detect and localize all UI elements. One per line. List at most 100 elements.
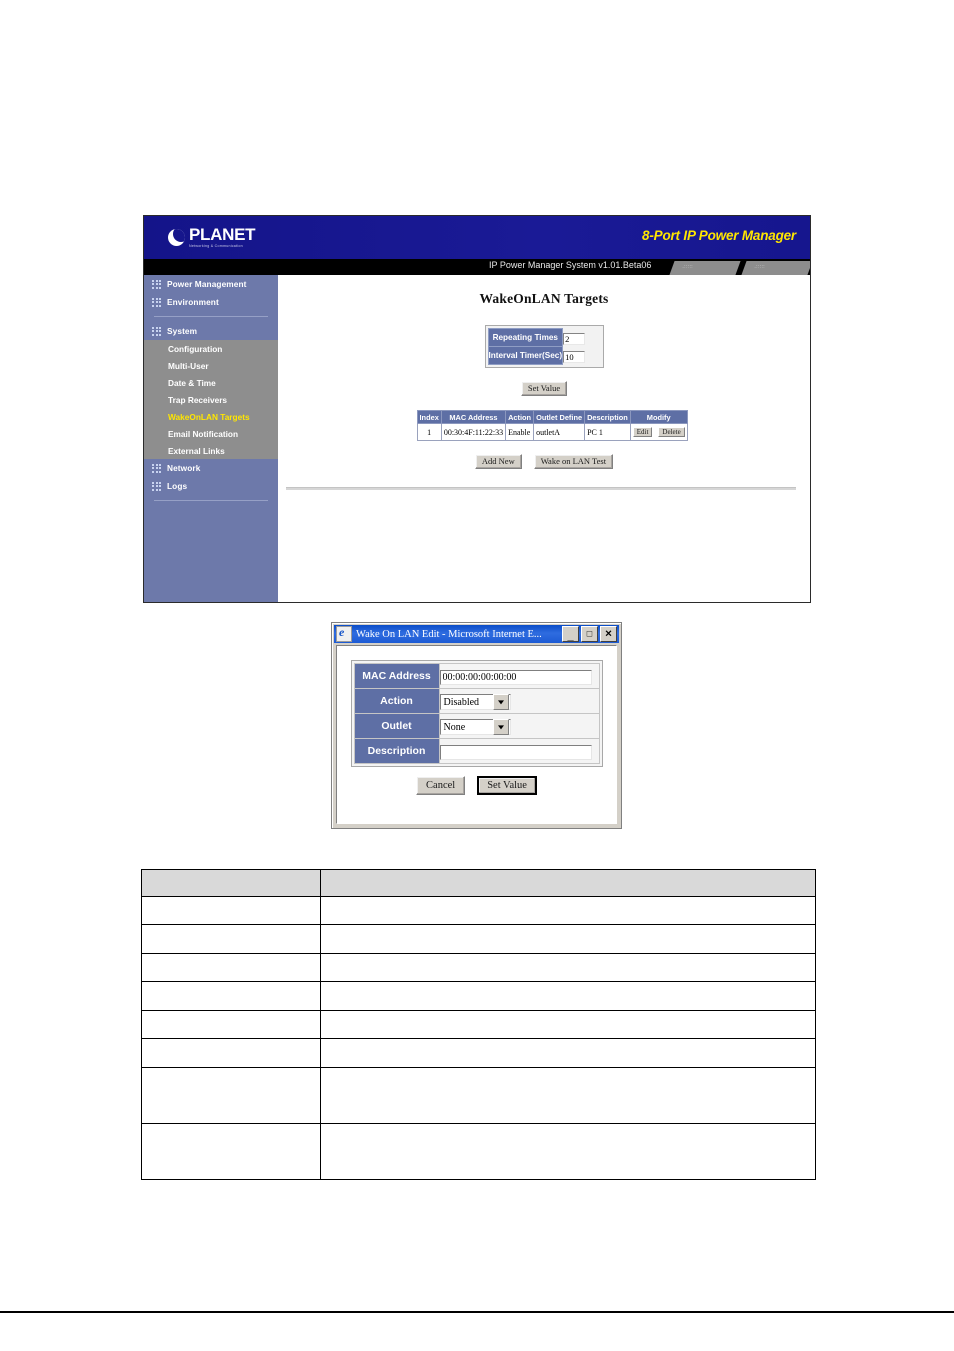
- spec-table-row: [141, 1010, 816, 1039]
- sidebar-item-external-links[interactable]: External Links: [144, 442, 278, 459]
- sidebar-item-configuration[interactable]: Configuration: [144, 340, 278, 357]
- action-select[interactable]: Disabled: [439, 694, 511, 711]
- wake-on-lan-edit-dialog: Wake On LAN Edit - Microsoft Internet E.…: [331, 622, 622, 829]
- form-row-outlet: Outlet None: [353, 713, 600, 739]
- chevron-down-icon[interactable]: [492, 694, 509, 711]
- sidebar-item-wakeonlan-targets[interactable]: WakeOnLAN Targets: [144, 408, 278, 425]
- dialog-titlebar[interactable]: Wake On LAN Edit - Microsoft Internet E.…: [334, 625, 619, 643]
- sidebar-subitem-label: External Links: [168, 445, 225, 456]
- sidebar-item-system[interactable]: System: [144, 322, 278, 340]
- delete-button[interactable]: Delete: [658, 427, 685, 437]
- spec-cell-left: [141, 896, 321, 925]
- sidebar-item-logs[interactable]: Logs: [144, 477, 278, 495]
- sidebar-subitem-label: Email Notification: [168, 428, 239, 439]
- column-header-outlet-define: Outlet Define: [533, 410, 586, 424]
- sidebar: Power Management Environment System Conf…: [144, 275, 278, 602]
- sidebar-subitem-label: Multi-User: [168, 360, 209, 371]
- sidebar-subitem-label: Date & Time: [168, 377, 216, 388]
- sidebar-item-power-management[interactable]: Power Management: [144, 275, 278, 293]
- grid-dots-icon: [152, 463, 161, 473]
- spec-cell-right: [320, 1067, 816, 1124]
- spec-cell-left: [141, 1123, 321, 1180]
- dialog-set-value-button[interactable]: Set Value: [477, 776, 537, 796]
- spec-cell-right: [320, 1010, 816, 1039]
- mac-address-label: MAC Address: [353, 663, 440, 689]
- wol-settings-panel: Repeating Times Interval Timer(Sec): [484, 325, 604, 368]
- sidebar-subitem-label: Configuration: [168, 343, 223, 354]
- wol-targets-table: Index MAC Address Action Outlet Define D…: [416, 410, 688, 441]
- sidebar-item-email-notification[interactable]: Email Notification: [144, 425, 278, 442]
- sidebar-system-submenu: Configuration Multi-User Date & Time Tra…: [144, 340, 278, 459]
- interval-timer-label: Interval Timer(Sec): [487, 346, 564, 365]
- spec-cell-right: [320, 953, 816, 982]
- action-select-value: Disabled: [443, 696, 480, 708]
- spec-cell-right: [320, 981, 816, 1011]
- spec-cell-left: [141, 953, 321, 982]
- form-row-action: Action Disabled: [353, 688, 600, 714]
- dialog-client-area: MAC Address Action Disabled Outl: [336, 645, 617, 824]
- header-tab-2[interactable]: .:::::: [741, 261, 810, 275]
- settings-row-repeating-times: Repeating Times: [487, 328, 586, 347]
- mac-address-field[interactable]: [439, 670, 592, 685]
- table-row: 1 00:30:4F:11:22:33 Enable outletA PC 1 …: [416, 423, 688, 441]
- outlet-select[interactable]: None: [439, 719, 511, 736]
- spec-cell-left: [141, 1067, 321, 1124]
- cell-modify: Edit Delete: [629, 423, 688, 441]
- cell-outlet-define: outletA: [533, 423, 586, 441]
- spec-header-cell-right: [320, 869, 816, 897]
- device-web-ui-screenshot: PLANET Networking & Communication 8-Port…: [143, 215, 811, 603]
- sidebar-item-date-and-time[interactable]: Date & Time: [144, 374, 278, 391]
- table-action-row: Add New Wake on LAN Test: [278, 451, 810, 469]
- interval-timer-input[interactable]: [563, 350, 586, 363]
- edit-button[interactable]: Edit: [632, 427, 653, 437]
- sidebar-item-environment[interactable]: Environment: [144, 293, 278, 311]
- product-title: 8-Port IP Power Manager: [642, 228, 796, 243]
- header-tab-1[interactable]: .:::::: [669, 261, 741, 275]
- window-controls: _ □ ✕: [562, 626, 617, 642]
- description-field[interactable]: [439, 745, 592, 760]
- wake-on-lan-test-button[interactable]: Wake on LAN Test: [533, 454, 614, 469]
- wol-settings-table: Repeating Times Interval Timer(Sec): [487, 328, 587, 365]
- planet-logo-tagline: Networking & Communication: [189, 243, 243, 248]
- add-new-button[interactable]: Add New: [474, 454, 522, 469]
- spec-table-row: [141, 1038, 816, 1068]
- spec-cell-left: [141, 981, 321, 1011]
- header-tab-2-label: .:::::: [754, 264, 766, 270]
- sidebar-item-trap-receivers[interactable]: Trap Receivers: [144, 391, 278, 408]
- column-header-modify: Modify: [629, 410, 688, 424]
- grid-dots-icon: [152, 326, 161, 336]
- system-version-text: IP Power Manager System v1.01.Beta06: [489, 260, 652, 270]
- spec-table-row: [141, 981, 816, 1011]
- cancel-button[interactable]: Cancel: [416, 776, 466, 796]
- table-header-row: Index MAC Address Action Outlet Define D…: [416, 410, 688, 424]
- dialog-form-panel: MAC Address Action Disabled Outl: [350, 660, 603, 767]
- page-footer-rule: [0, 1311, 954, 1313]
- repeating-times-input[interactable]: [563, 332, 586, 345]
- column-header-mac-address: MAC Address: [440, 410, 507, 424]
- minimize-button[interactable]: _: [562, 626, 579, 642]
- outlet-label: Outlet: [353, 713, 440, 739]
- spec-table-row: [141, 896, 816, 925]
- page-title: WakeOnLAN Targets: [479, 291, 609, 306]
- chevron-down-icon[interactable]: [492, 719, 509, 736]
- column-header-action: Action: [505, 410, 535, 424]
- maximize-button[interactable]: □: [581, 626, 598, 642]
- close-button[interactable]: ✕: [600, 626, 617, 642]
- grid-dots-icon: [152, 297, 161, 307]
- dialog-form-table: MAC Address Action Disabled Outl: [353, 663, 600, 764]
- column-header-description: Description: [584, 410, 631, 424]
- specification-table: [141, 869, 816, 1180]
- grid-dots-icon: [152, 481, 161, 491]
- app-banner: PLANET Networking & Communication 8-Port…: [144, 216, 810, 259]
- sidebar-item-multi-user[interactable]: Multi-User: [144, 357, 278, 374]
- outlet-select-value: None: [443, 721, 466, 733]
- content-area: WakeOnLAN Targets Repeating Times Interv…: [278, 275, 810, 602]
- description-label: Description: [353, 738, 440, 764]
- grid-dots-icon: [152, 279, 161, 289]
- spec-cell-left: [141, 1038, 321, 1068]
- sidebar-divider-bottom: [154, 500, 268, 501]
- set-value-button[interactable]: Set Value: [520, 381, 568, 396]
- spec-cell-left: [141, 924, 321, 954]
- sidebar-item-label: System: [167, 326, 198, 336]
- sidebar-item-network[interactable]: Network: [144, 459, 278, 477]
